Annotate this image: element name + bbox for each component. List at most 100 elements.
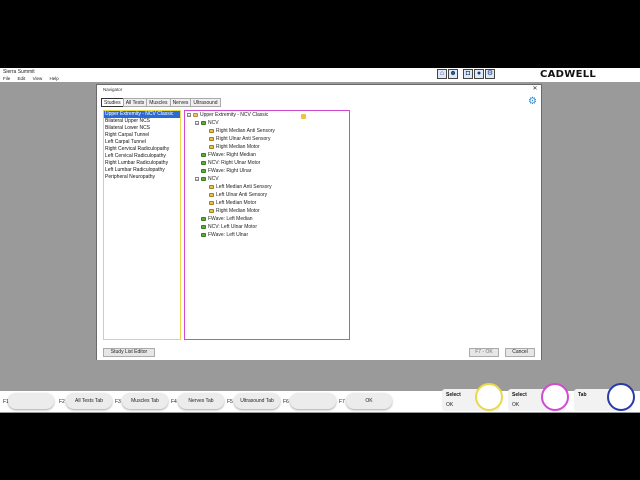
gear-icon[interactable]: ⚙ (528, 97, 538, 107)
collapse-icon[interactable]: − (195, 177, 199, 182)
tree-node-label: NCV (208, 120, 219, 126)
test-group-icon (201, 177, 206, 181)
knob-select-2[interactable]: Select OK (508, 383, 570, 413)
study-list-item[interactable]: Left Lumbar Radiculopathy (104, 167, 180, 174)
tree-node-label: FWave: Left Median (208, 216, 253, 222)
fkey-label (8, 393, 54, 409)
tab-muscles[interactable]: Muscles (146, 98, 171, 107)
tree-node[interactable]: Left Ulnar Anti Sensory (185, 191, 349, 199)
tree-node[interactable]: Right Median Motor (185, 143, 349, 151)
navigator-title: Navigator (103, 87, 123, 92)
fkey-f2[interactable]: F2 All Tests Tab (56, 393, 112, 409)
tree-node[interactable]: Right Ulnar Anti Sensory (185, 135, 349, 143)
test-icon (209, 185, 214, 189)
fkey-number: F7 (339, 399, 345, 405)
cancel-button[interactable]: Cancel (505, 348, 535, 357)
fkey-f1[interactable]: F1 (0, 393, 56, 409)
study-list-editor-button[interactable]: Study List Editor (103, 348, 155, 357)
fkey-f6[interactable]: F6 (280, 393, 336, 409)
study-list-item[interactable]: Bilateral Lower NCS (104, 125, 180, 132)
camera-icon[interactable]: ◘ (463, 69, 473, 79)
test-group-icon (201, 225, 206, 229)
tree-node[interactable]: Left Median Anti Sensory (185, 183, 349, 191)
test-icon (209, 129, 214, 133)
fkey-number: F3 (115, 399, 121, 405)
tree-node-label: Left Median Motor (216, 200, 257, 206)
tree-node-label: Upper Extremity - NCV Classic (200, 112, 269, 118)
study-list-item[interactable]: Peripheral Neuropathy (104, 174, 180, 181)
tree-node-label: Right Ulnar Anti Sensory (216, 136, 271, 142)
tree-node-label: Right Median Motor (216, 208, 260, 214)
tree-node[interactable]: FWave: Right Ulnar (185, 167, 349, 175)
f7-ok-button[interactable]: F7 - OK (469, 348, 499, 357)
tree-node[interactable]: − NCV (185, 175, 349, 183)
navigator-titlebar: Navigator ✕ (97, 85, 541, 94)
fkey-label: Muscles Tab (122, 393, 168, 409)
knob-dial[interactable] (607, 383, 635, 411)
study-list-item[interactable]: Right Carpal Tunnel (104, 132, 180, 139)
study-list-item[interactable]: Right Cervical Radiculopathy (104, 146, 180, 153)
test-group-icon (201, 153, 206, 157)
tree-node[interactable]: − Upper Extremity - NCV Classic (185, 111, 349, 119)
knob-label: Tab (578, 392, 587, 398)
close-icon[interactable]: ✕ (531, 86, 539, 93)
test-group-icon (201, 161, 206, 165)
tree-node[interactable]: FWave: Left Median (185, 215, 349, 223)
user-icon[interactable]: ☻ (448, 69, 458, 79)
knob-tab[interactable]: Tab (574, 383, 636, 413)
fkey-f7[interactable]: F7 OK (336, 393, 392, 409)
tree-node-label: FWave: Left Ulnar (208, 232, 249, 238)
toolbar-icons: ⌂ ☻ ◘ ● ⚙ (437, 69, 495, 80)
tree-node-label: Left Ulnar Anti Sensory (216, 192, 268, 198)
tree-node[interactable]: Left Median Motor (185, 199, 349, 207)
collapse-icon[interactable]: − (195, 121, 199, 126)
knob-label: Select (446, 392, 461, 398)
tab-studies[interactable]: Studies (101, 98, 124, 107)
home-icon[interactable]: ⌂ (437, 69, 447, 79)
study-list-item[interactable]: Left Carpal Tunnel (104, 139, 180, 146)
knob-dial[interactable] (541, 383, 569, 411)
fkey-label (290, 393, 336, 409)
study-list-item[interactable]: Right Lumbar Radiculopathy (104, 160, 180, 167)
fkey-f3[interactable]: F3 Muscles Tab (112, 393, 168, 409)
fkey-label: Nerves Tab (178, 393, 224, 409)
record-icon[interactable]: ● (474, 69, 484, 79)
study-list-item[interactable]: Upper Extremity - NCV Classic (104, 111, 180, 118)
collapse-icon[interactable]: − (187, 113, 191, 118)
test-group-icon (201, 169, 206, 173)
knob-value: OK (446, 402, 454, 408)
tree-node[interactable]: NCV: Left Ulnar Motor (185, 223, 349, 231)
fkey-label: Ultrasound Tab (234, 393, 280, 409)
navigator-body: Studies All Tests Muscles Nerves Ultraso… (97, 94, 541, 360)
study-list[interactable]: Upper Extremity - NCV Classic Bilateral U… (103, 110, 181, 340)
settings-icon[interactable]: ⚙ (485, 69, 495, 79)
test-icon (209, 201, 214, 205)
knob-label: Select (512, 392, 527, 398)
tab-all-tests[interactable]: All Tests (122, 98, 148, 107)
fkey-number: F4 (171, 399, 177, 405)
fkey-f4[interactable]: F4 Nerves Tab (168, 393, 224, 409)
tree-node[interactable]: FWave: Left Ulnar (185, 231, 349, 239)
navigator-tabs: Studies All Tests Muscles Nerves Ultraso… (101, 98, 221, 107)
test-group-icon (201, 217, 206, 221)
tree-node[interactable]: FWave: Right Median (185, 151, 349, 159)
tree-node-label: Left Median Anti Sensory (216, 184, 272, 190)
study-list-item[interactable]: Bilateral Upper NCS (104, 118, 180, 125)
tree-node[interactable]: − NCV (185, 119, 349, 127)
navigator-window: Navigator ✕ Studies All Tests Muscles Ne… (96, 84, 542, 360)
test-group-icon (201, 121, 206, 125)
knob-select-1[interactable]: Select OK (442, 383, 504, 413)
test-tree[interactable]: − Upper Extremity - NCV Classic − NCV Right … (184, 110, 350, 340)
tree-node-label: NCV: Left Ulnar Motor (208, 224, 257, 230)
tab-nerves[interactable]: Nerves (169, 98, 192, 107)
fkey-f5[interactable]: F5 Ultrasound Tab (224, 393, 280, 409)
tree-node[interactable]: Right Median Anti Sensory (185, 127, 349, 135)
tree-node-label: FWave: Right Median (208, 152, 256, 158)
tab-ultrasound[interactable]: Ultrasound (190, 98, 221, 107)
tree-node[interactable]: NCV: Right Ulnar Motor (185, 159, 349, 167)
study-list-item[interactable]: Left Cervical Radiculopathy (104, 153, 180, 160)
brand-logo: CADWELL (540, 69, 597, 80)
knob-dial[interactable] (475, 383, 503, 411)
tree-node[interactable]: Right Median Motor (185, 207, 349, 215)
fkey-number: F5 (227, 399, 233, 405)
